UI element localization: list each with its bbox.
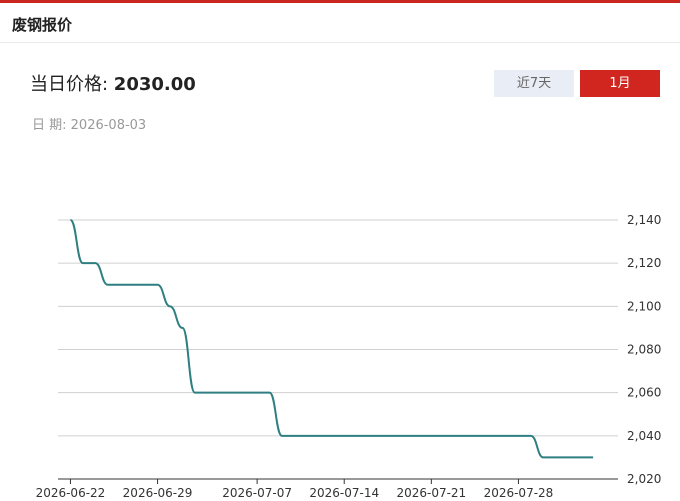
data-point [243, 391, 247, 395]
data-point [467, 434, 471, 438]
data-point [305, 434, 309, 438]
data-point [106, 283, 110, 287]
x-tick-label: 2026-07-07 [222, 486, 292, 500]
data-point [380, 434, 384, 438]
data-point [68, 218, 72, 222]
y-tick-label: 2,040 [627, 429, 661, 443]
x-tick-label: 2026-07-14 [309, 486, 379, 500]
data-point [442, 434, 446, 438]
data-point [330, 434, 334, 438]
data-point [355, 434, 359, 438]
data-point [131, 283, 135, 287]
data-point [516, 434, 520, 438]
data-point [193, 391, 197, 395]
data-point [205, 391, 209, 395]
x-tick-label: 2026-06-22 [36, 486, 106, 500]
data-point [529, 434, 533, 438]
y-tick-label: 2,140 [627, 213, 661, 227]
data-point [292, 434, 296, 438]
data-point [143, 283, 147, 287]
data-point [218, 391, 222, 395]
data-point [554, 455, 558, 459]
data-point [156, 283, 160, 287]
y-tick-label: 2,100 [627, 299, 661, 313]
y-tick-label: 2,020 [627, 472, 661, 486]
data-point [566, 455, 570, 459]
price-line-chart: 2,020 2,040 2,060 2,080 2,100 2,120 2,140 2026-… [36, 213, 662, 500]
data-point [479, 434, 483, 438]
y-tick-label: 2,060 [627, 386, 661, 400]
data-point [342, 434, 346, 438]
data-point [268, 391, 272, 395]
data-point [417, 434, 421, 438]
data-point [429, 434, 433, 438]
data-point [180, 326, 184, 330]
data-point [81, 261, 85, 265]
data-point [93, 261, 97, 265]
x-tick-label: 2026-06-29 [123, 486, 193, 500]
data-point [504, 434, 508, 438]
y-tick-label: 2,080 [627, 343, 661, 357]
y-tick-label: 2,120 [627, 256, 661, 270]
data-point [255, 391, 259, 395]
data-point [454, 434, 458, 438]
data-point [168, 304, 172, 308]
x-tick-label: 2026-07-21 [396, 486, 466, 500]
price-series-line [69, 219, 594, 459]
data-point [367, 434, 371, 438]
x-tick-label: 2026-07-28 [484, 486, 554, 500]
data-point [591, 455, 595, 459]
data-point [392, 434, 396, 438]
data-point [541, 455, 545, 459]
data-point [280, 434, 284, 438]
data-point [118, 283, 122, 287]
